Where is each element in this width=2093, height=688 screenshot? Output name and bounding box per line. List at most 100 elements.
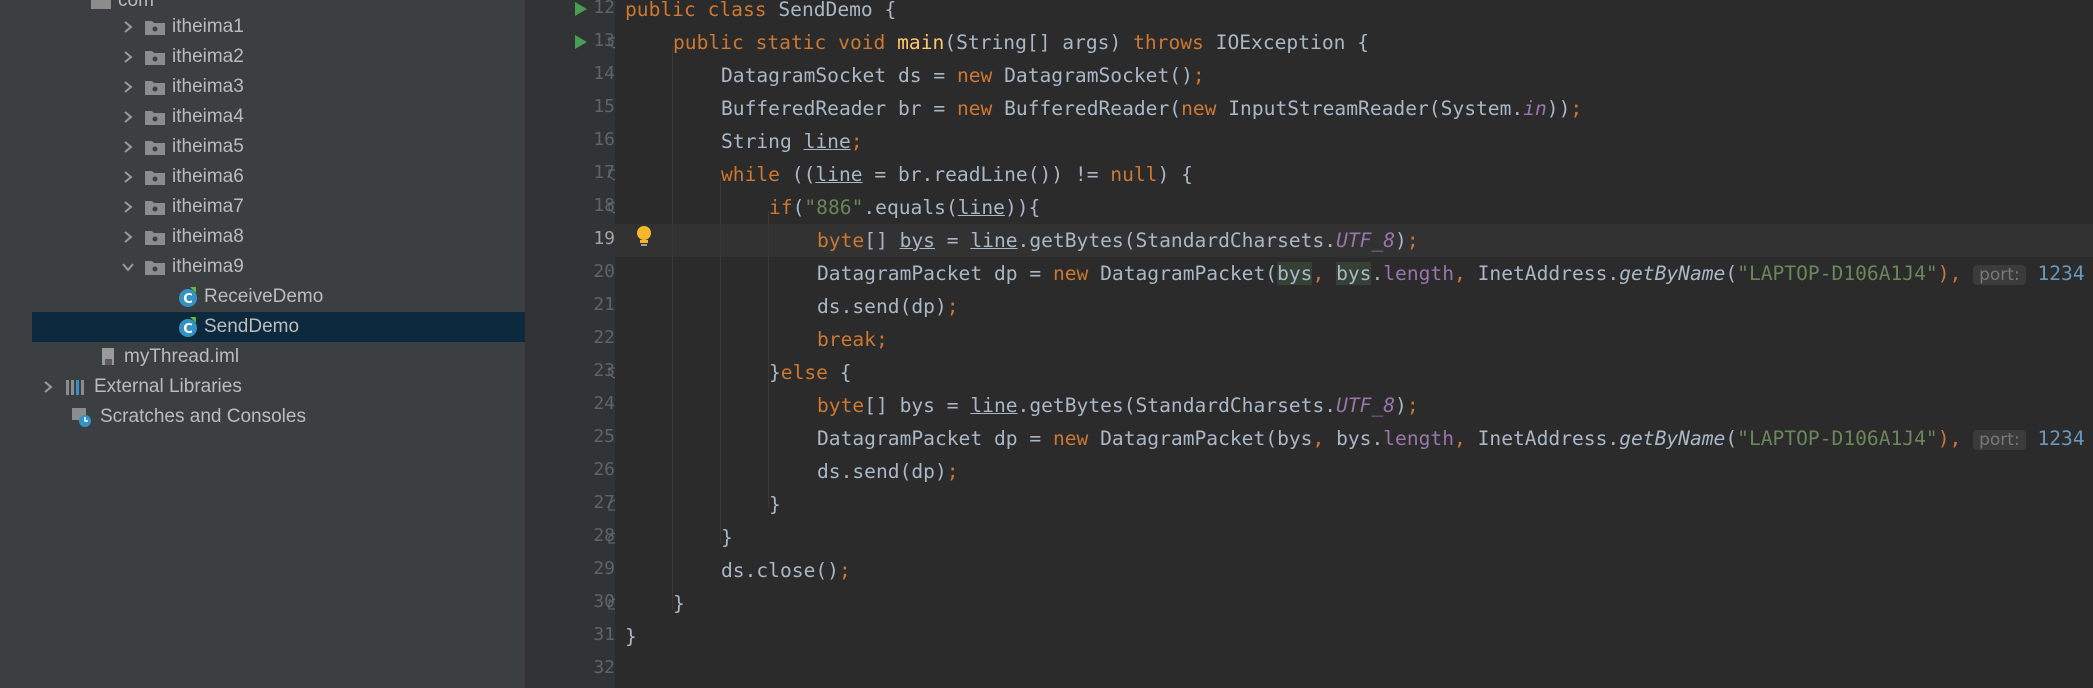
package-folder-icon [144,228,166,246]
code-token: line [957,196,1005,219]
tree-item-package[interactable]: itheima3 [32,72,525,102]
lightbulb-icon[interactable] [635,225,653,249]
indent-guide [672,46,673,610]
code-token: )) [1546,97,1571,120]
code-token: InetAddress. [1477,427,1620,450]
line-number: 24 [593,393,615,414]
line-number: 12 [593,0,615,18]
tree-item-package[interactable]: itheima6 [32,162,525,192]
code-token: main [897,31,945,54]
code-token: DatagramPacket(bys [1100,427,1313,450]
chevron-right-icon[interactable] [118,137,138,157]
code-line-27: } [769,488,781,521]
code-token: UTF_8 [1336,229,1396,252]
code-line-22: break; [817,323,888,356]
tree-item-label: itheima5 [172,136,244,157]
chevron-right-icon[interactable] [118,17,138,37]
code-line-14: DatagramSocket ds = new DatagramSocket()… [721,59,1205,92]
code-line-19: byte[] bys = line.getBytes(StandardChars… [817,224,1419,257]
tree-item-label: itheima3 [172,76,244,97]
code-token: , [1454,262,1478,285]
code-token: byte [817,394,865,417]
code-token: String [721,130,804,153]
tree-item-label: Scratches and Consoles [100,406,306,427]
project-tree: com itheima1 itheima2 itheima3 itheima4 … [32,0,525,688]
tree-item-label: itheima8 [172,226,244,247]
java-class-icon: C [178,316,198,338]
code-token: { [839,361,852,384]
code-token: , [1312,262,1337,285]
code-token: } [769,493,781,516]
chevron-right-icon[interactable] [118,227,138,247]
chevron-down-icon[interactable] [118,257,138,277]
tree-item-scratches[interactable]: Scratches and Consoles [32,402,525,432]
chevron-right-icon[interactable] [118,77,138,97]
code-token: .equals( [863,196,958,219]
tree-item-package[interactable]: itheima1 [32,12,525,42]
code-token: DatagramSocket ds = [721,64,957,87]
code-token: bys [1277,262,1313,285]
code-token: line [803,130,851,153]
package-folder-icon [144,258,166,276]
tree-item-package[interactable]: itheima8 [32,222,525,252]
tree-item-label: com [118,0,154,11]
tree-item-package[interactable]: itheima9 [32,252,525,282]
java-class-icon: C [178,286,198,308]
chevron-right-icon[interactable] [118,167,138,187]
line-number: 32 [593,657,615,678]
line-number: 15 [593,96,615,117]
tree-item-file[interactable]: myThread.iml [32,342,525,372]
code-line-15: BufferedReader br = new BufferedReader(n… [721,92,1582,125]
code-token: new [1052,262,1101,285]
tree-item-external-libraries[interactable]: External Libraries [32,372,525,402]
line-number: 22 [593,327,615,348]
package-folder-icon [144,168,166,186]
line-number: 29 [593,558,615,579]
code-line-21: ds.send(dp); [817,290,959,323]
code-line-12: public class SendDemo { [625,0,896,26]
tree-item-label: itheima2 [172,46,244,67]
code-token: ) [1395,394,1407,417]
tree-item-class-selected[interactable]: C SendDemo [32,312,525,342]
run-main-icon[interactable] [575,35,587,49]
code-line-29: ds.close(); [721,554,851,587]
code-token: new [1181,97,1229,120]
tree-item-label: itheima6 [172,166,244,187]
line-number: 25 [593,426,615,447]
code-token: ), [1937,427,1974,450]
code-line-20: DatagramPacket dp = new DatagramPacket(b… [817,257,2085,290]
code-token: byte [817,229,865,252]
code-token: public static void [673,31,898,54]
tree-item-package[interactable]: itheima5 [32,132,525,162]
chevron-right-icon[interactable] [118,47,138,67]
chevron-right-icon[interactable] [118,197,138,217]
code-token: else [780,361,840,384]
tree-item-class[interactable]: C ReceiveDemo [32,282,525,312]
line-number: 21 [593,294,615,315]
run-class-icon[interactable] [575,2,587,16]
code-token: SendDemo { [778,0,897,21]
code-token: DatagramPacket dp = [817,262,1053,285]
tree-item-label: itheima4 [172,106,244,127]
code-line-16: String line; [721,125,863,158]
code-token: ; [1570,97,1583,120]
code-editor[interactable]: public class SendDemo { public static vo… [615,0,2093,688]
code-token: , [1312,427,1337,450]
code-token: bys [899,229,935,252]
iml-file-icon [98,346,118,368]
chevron-right-icon[interactable] [38,377,58,397]
tree-item-label: itheima1 [172,16,244,37]
tree-item-package[interactable]: itheima2 [32,42,525,72]
code-token: getByName [1619,427,1726,450]
line-number: 16 [593,129,615,150]
code-token: if [769,196,793,219]
scratches-icon [70,406,94,428]
code-token: ds.close() [721,559,839,582]
code-token: line [815,163,863,186]
code-token: [] [864,229,900,252]
tree-item-package[interactable]: itheima7 [32,192,525,222]
tree-item-package[interactable]: itheima4 [32,102,525,132]
chevron-right-icon[interactable] [118,107,138,127]
code-token: = [934,229,971,252]
code-token: ; [946,460,959,483]
